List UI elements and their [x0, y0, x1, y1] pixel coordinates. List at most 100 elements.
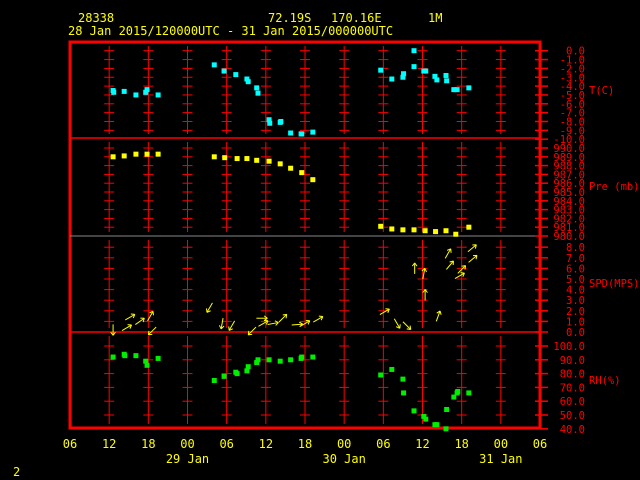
wind-arrow [454, 272, 465, 280]
temperature-point [310, 129, 316, 135]
x-tick-label: 00 [180, 437, 194, 451]
x-tick-label: 06 [219, 437, 233, 451]
wind-arrow-shaft [247, 326, 257, 336]
wind-arrow-head [248, 333, 253, 336]
humidity-point [310, 354, 316, 360]
time-period: 28 Jan 2015/120000UTC - 31 Jan 2015/0000… [68, 24, 393, 38]
wind-arrow-head [282, 313, 287, 316]
wind-arrow [467, 244, 477, 253]
temperature-point [133, 92, 139, 98]
pressure-point [433, 229, 439, 235]
pressure-point [466, 224, 472, 230]
humidity-point [144, 362, 150, 368]
humidity-point [423, 416, 429, 422]
station-height: 1M [428, 11, 442, 25]
temperature-point [288, 130, 294, 136]
x-tick-label: 06 [533, 437, 547, 451]
wind-arrow [206, 302, 213, 313]
wind-arrow [218, 318, 225, 330]
humidity-point [400, 376, 406, 382]
wind-arrow [147, 326, 157, 336]
pressure-point [411, 227, 417, 233]
temperature-point [267, 120, 273, 126]
wind-arrow-head [247, 330, 250, 335]
x-date-label: 29 Jan [166, 452, 209, 466]
humidity-point [466, 390, 472, 396]
humidity-point [234, 371, 240, 377]
humidity-point [266, 357, 272, 363]
pressure-point [266, 158, 272, 164]
x-tick-label: 18 [298, 437, 312, 451]
y-tick-label: 50.0 [560, 410, 585, 422]
wind-arrow [313, 315, 324, 323]
wind-arrow [135, 317, 145, 325]
wind-arrow-head [285, 314, 288, 319]
y-tick-label: 40.0 [560, 424, 585, 436]
temperature-point [401, 71, 407, 77]
y-tick-label: 100.0 [553, 341, 585, 353]
temperature-point [255, 90, 261, 96]
wind-arrow [379, 308, 390, 316]
y-tick-label: 980.0 [553, 231, 585, 243]
humidity-point [122, 353, 128, 359]
wind-arrow-shaft [402, 321, 412, 330]
temperature-point [378, 67, 384, 73]
temperature-point [233, 72, 239, 78]
humidity-point [155, 355, 161, 361]
pressure-point [133, 151, 139, 157]
meteogram-chart: 28338 72.19S 170.16E 1M 28 Jan 2015/1200… [13, 11, 640, 479]
pressure-point [121, 153, 127, 159]
temperature-point [299, 131, 305, 137]
x-tick-label: 18 [141, 437, 155, 451]
wind-arrow-head [147, 330, 150, 335]
pressure-point [288, 165, 294, 171]
wind-arrow-head [148, 333, 153, 336]
temperature-point [254, 85, 260, 91]
pressure-point [144, 151, 150, 157]
humidity-point [277, 358, 283, 364]
temperature-point [121, 88, 127, 94]
pressure-point [443, 228, 449, 234]
station-longitude: 170.16E [331, 11, 382, 25]
x-tick-label: 06 [63, 437, 77, 451]
wind-arrow [121, 324, 133, 331]
wind-arrow [247, 326, 257, 336]
panel-label: T(C) [589, 85, 614, 97]
pressure-point [254, 157, 260, 163]
temperature-point [211, 62, 217, 68]
pressure-point [222, 155, 228, 161]
y-tick-label: 70.0 [560, 382, 585, 394]
wind-arrow [110, 324, 116, 336]
x-date-label: 31 Jan [479, 452, 522, 466]
wind-arrow [228, 320, 236, 331]
pressure-point [378, 223, 384, 229]
y-tick-label: 80.0 [560, 369, 585, 381]
pressure-point [422, 228, 428, 234]
station-latitude: 72.19S [268, 11, 311, 25]
x-date-label: 30 Jan [322, 452, 365, 466]
temperature-point [444, 78, 450, 84]
pressure-point [211, 154, 217, 160]
humidity-point [378, 372, 384, 378]
humidity-point [389, 366, 395, 372]
temperature-point [411, 64, 417, 70]
x-tick-label: 00 [337, 437, 351, 451]
humidity-point [401, 390, 407, 396]
pressure-point [400, 227, 406, 233]
wind-arrow [444, 248, 452, 259]
humidity-point [288, 357, 294, 363]
pressure-point [299, 170, 305, 176]
temperature-point [155, 92, 161, 98]
wind-arrow-head [439, 310, 442, 315]
wind-arrow [422, 289, 428, 301]
temperature-point [423, 68, 429, 74]
temperature-point [144, 87, 150, 93]
temperature-point [454, 87, 460, 93]
temperature-point [466, 85, 472, 91]
humidity-point [110, 354, 116, 360]
humidity-point [221, 373, 227, 379]
page-number: 2 [13, 465, 20, 479]
panel-label: SPD(MPS) [589, 278, 640, 290]
humidity-point [455, 389, 461, 395]
humidity-point [434, 422, 440, 428]
